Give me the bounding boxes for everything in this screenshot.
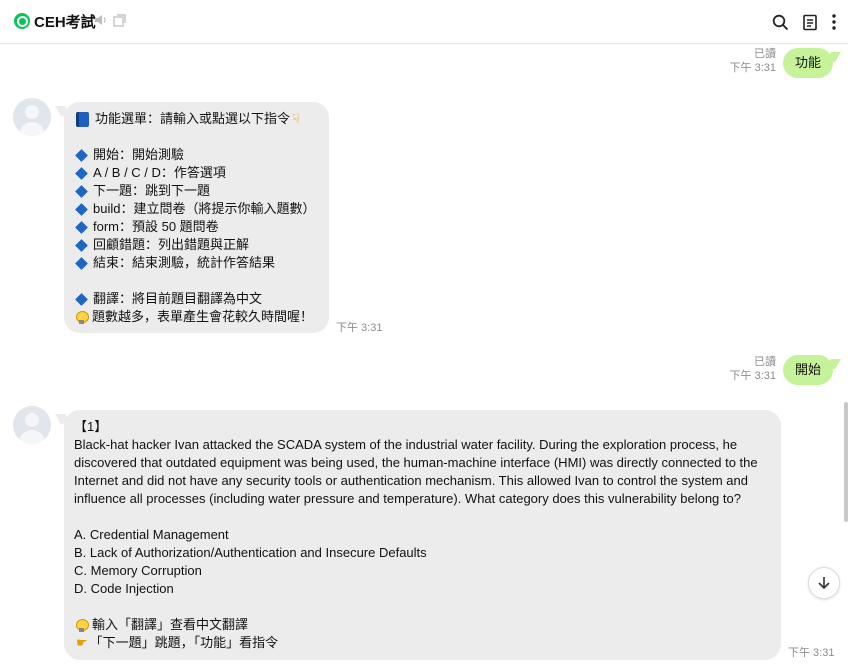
pointing-hand-icon: ☛ xyxy=(76,635,88,650)
message-text: 功能 xyxy=(795,55,822,70)
popout-icon[interactable] xyxy=(113,14,126,30)
chat-area[interactable]: 已讀 下午 3:31 功能 功能選單：請輸入或點選以下指令 ☟ 開始：開始測驗 A /… xyxy=(0,44,848,664)
diamond-icon xyxy=(75,148,88,162)
diamond-icon xyxy=(75,220,88,234)
hint-line: 輸入「翻譯」查看中文翻譯 xyxy=(74,616,771,634)
hint-text: 輸入「翻譯」查看中文翻譯 xyxy=(92,617,249,632)
question-message[interactable]: 【1】 Black-hat hacker Ivan attacked the S… xyxy=(64,410,781,660)
option-item: C. Memory Corruption xyxy=(74,563,202,578)
mute-icon[interactable] xyxy=(94,14,107,29)
hint-text: 「下一題」跳題，「功能」看指令 xyxy=(89,635,279,650)
option-item: D. Code Injection xyxy=(74,581,174,596)
menu-line: 開始：開始測驗 xyxy=(74,146,319,164)
avatar[interactable] xyxy=(13,406,51,444)
hint-line: ☛ 「下一題」跳題，「功能」看指令 xyxy=(74,634,771,652)
menu-message[interactable]: 功能選單：請輸入或點選以下指令 ☟ 開始：開始測驗 A / B / C / D：作答選… xyxy=(64,102,329,333)
message-time: 下午 3:31 xyxy=(729,370,776,382)
read-status: 已讀 xyxy=(754,48,776,60)
message-time: 下午 3:31 xyxy=(336,322,383,334)
chat-header: CEH考試 xyxy=(0,0,848,44)
lightbulb-icon xyxy=(76,618,89,632)
message-text: 開始 xyxy=(795,362,822,377)
line-logo-icon xyxy=(14,13,30,29)
menu-line: build：建立問卷（將提示你輸入題數） xyxy=(74,200,319,218)
menu-line-text: A / B / C / D：作答選項 xyxy=(93,165,226,180)
search-icon[interactable] xyxy=(770,12,790,32)
menu-line-text: 題數越多，表單產生會花較久時間喔！ xyxy=(92,309,314,324)
menu-line: A / B / C / D：作答選項 xyxy=(74,164,319,182)
diamond-icon xyxy=(75,292,88,306)
diamond-icon xyxy=(75,166,88,180)
menu-line-text: 下一題：跳到下一題 xyxy=(93,183,211,198)
outgoing-message[interactable]: 開始 xyxy=(783,355,834,385)
menu-line: 下一題：跳到下一題 xyxy=(74,182,319,200)
option-item: B. Lack of Authorization/Authentication … xyxy=(74,545,427,560)
options-list: A. Credential Management B. Lack of Auth… xyxy=(74,526,771,598)
diamond-icon xyxy=(75,238,88,252)
diamond-icon xyxy=(75,202,88,216)
message-meta: 已讀 下午 3:31 xyxy=(720,47,776,75)
message-time: 下午 3:31 xyxy=(788,647,835,659)
arrow-down-icon xyxy=(818,577,830,590)
scrollbar[interactable] xyxy=(844,402,848,522)
menu-line-text: 回顧錯題：列出錯題與正解 xyxy=(93,237,250,252)
lightbulb-icon xyxy=(76,310,89,324)
menu-line: 結束：結束測驗，統計作答結果 xyxy=(74,254,319,272)
menu-line xyxy=(74,272,319,290)
avatar[interactable] xyxy=(13,98,51,136)
menu-line-text: 翻譯：將目前題目翻譯為中文 xyxy=(93,291,263,306)
menu-line-text: 功能選單：請輸入或點選以下指令 xyxy=(95,111,291,126)
scroll-to-bottom-button[interactable] xyxy=(808,567,840,599)
question-number: 【1】 xyxy=(74,419,108,434)
diamond-icon xyxy=(75,256,88,270)
option-item: A. Credential Management xyxy=(74,527,229,542)
read-status: 已讀 xyxy=(754,356,776,368)
menu-line-text: form：預設 50 題問卷 xyxy=(93,219,219,234)
menu-line: 題數越多，表單產生會花較久時間喔！ xyxy=(74,308,319,326)
menu-line-text: 開始：開始測驗 xyxy=(93,147,185,162)
menu-line-text: build：建立問卷（將提示你輸入題數） xyxy=(93,201,316,216)
book-icon xyxy=(76,111,89,127)
message-time: 下午 3:31 xyxy=(729,62,776,74)
outgoing-message[interactable]: 功能 xyxy=(783,48,834,78)
menu-line: 翻譯：將目前題目翻譯為中文 xyxy=(74,290,319,308)
chat-title: CEH考試 xyxy=(34,14,96,31)
question-body: Black-hat hacker Ivan attacked the SCADA… xyxy=(74,437,758,506)
message-meta: 已讀 下午 3:31 xyxy=(720,355,776,383)
menu-line-text: 結束：結束測驗，統計作答結果 xyxy=(93,255,276,270)
more-icon[interactable] xyxy=(824,12,844,32)
notes-icon[interactable] xyxy=(800,12,820,32)
menu-line: form：預設 50 題問卷 xyxy=(74,218,319,236)
pointing-down-icon: ☟ xyxy=(292,111,300,126)
menu-line: 回顧錯題：列出錯題與正解 xyxy=(74,236,319,254)
menu-line: 功能選單：請輸入或點選以下指令 ☟ xyxy=(74,110,319,128)
diamond-icon xyxy=(75,184,88,198)
menu-line xyxy=(74,128,319,146)
